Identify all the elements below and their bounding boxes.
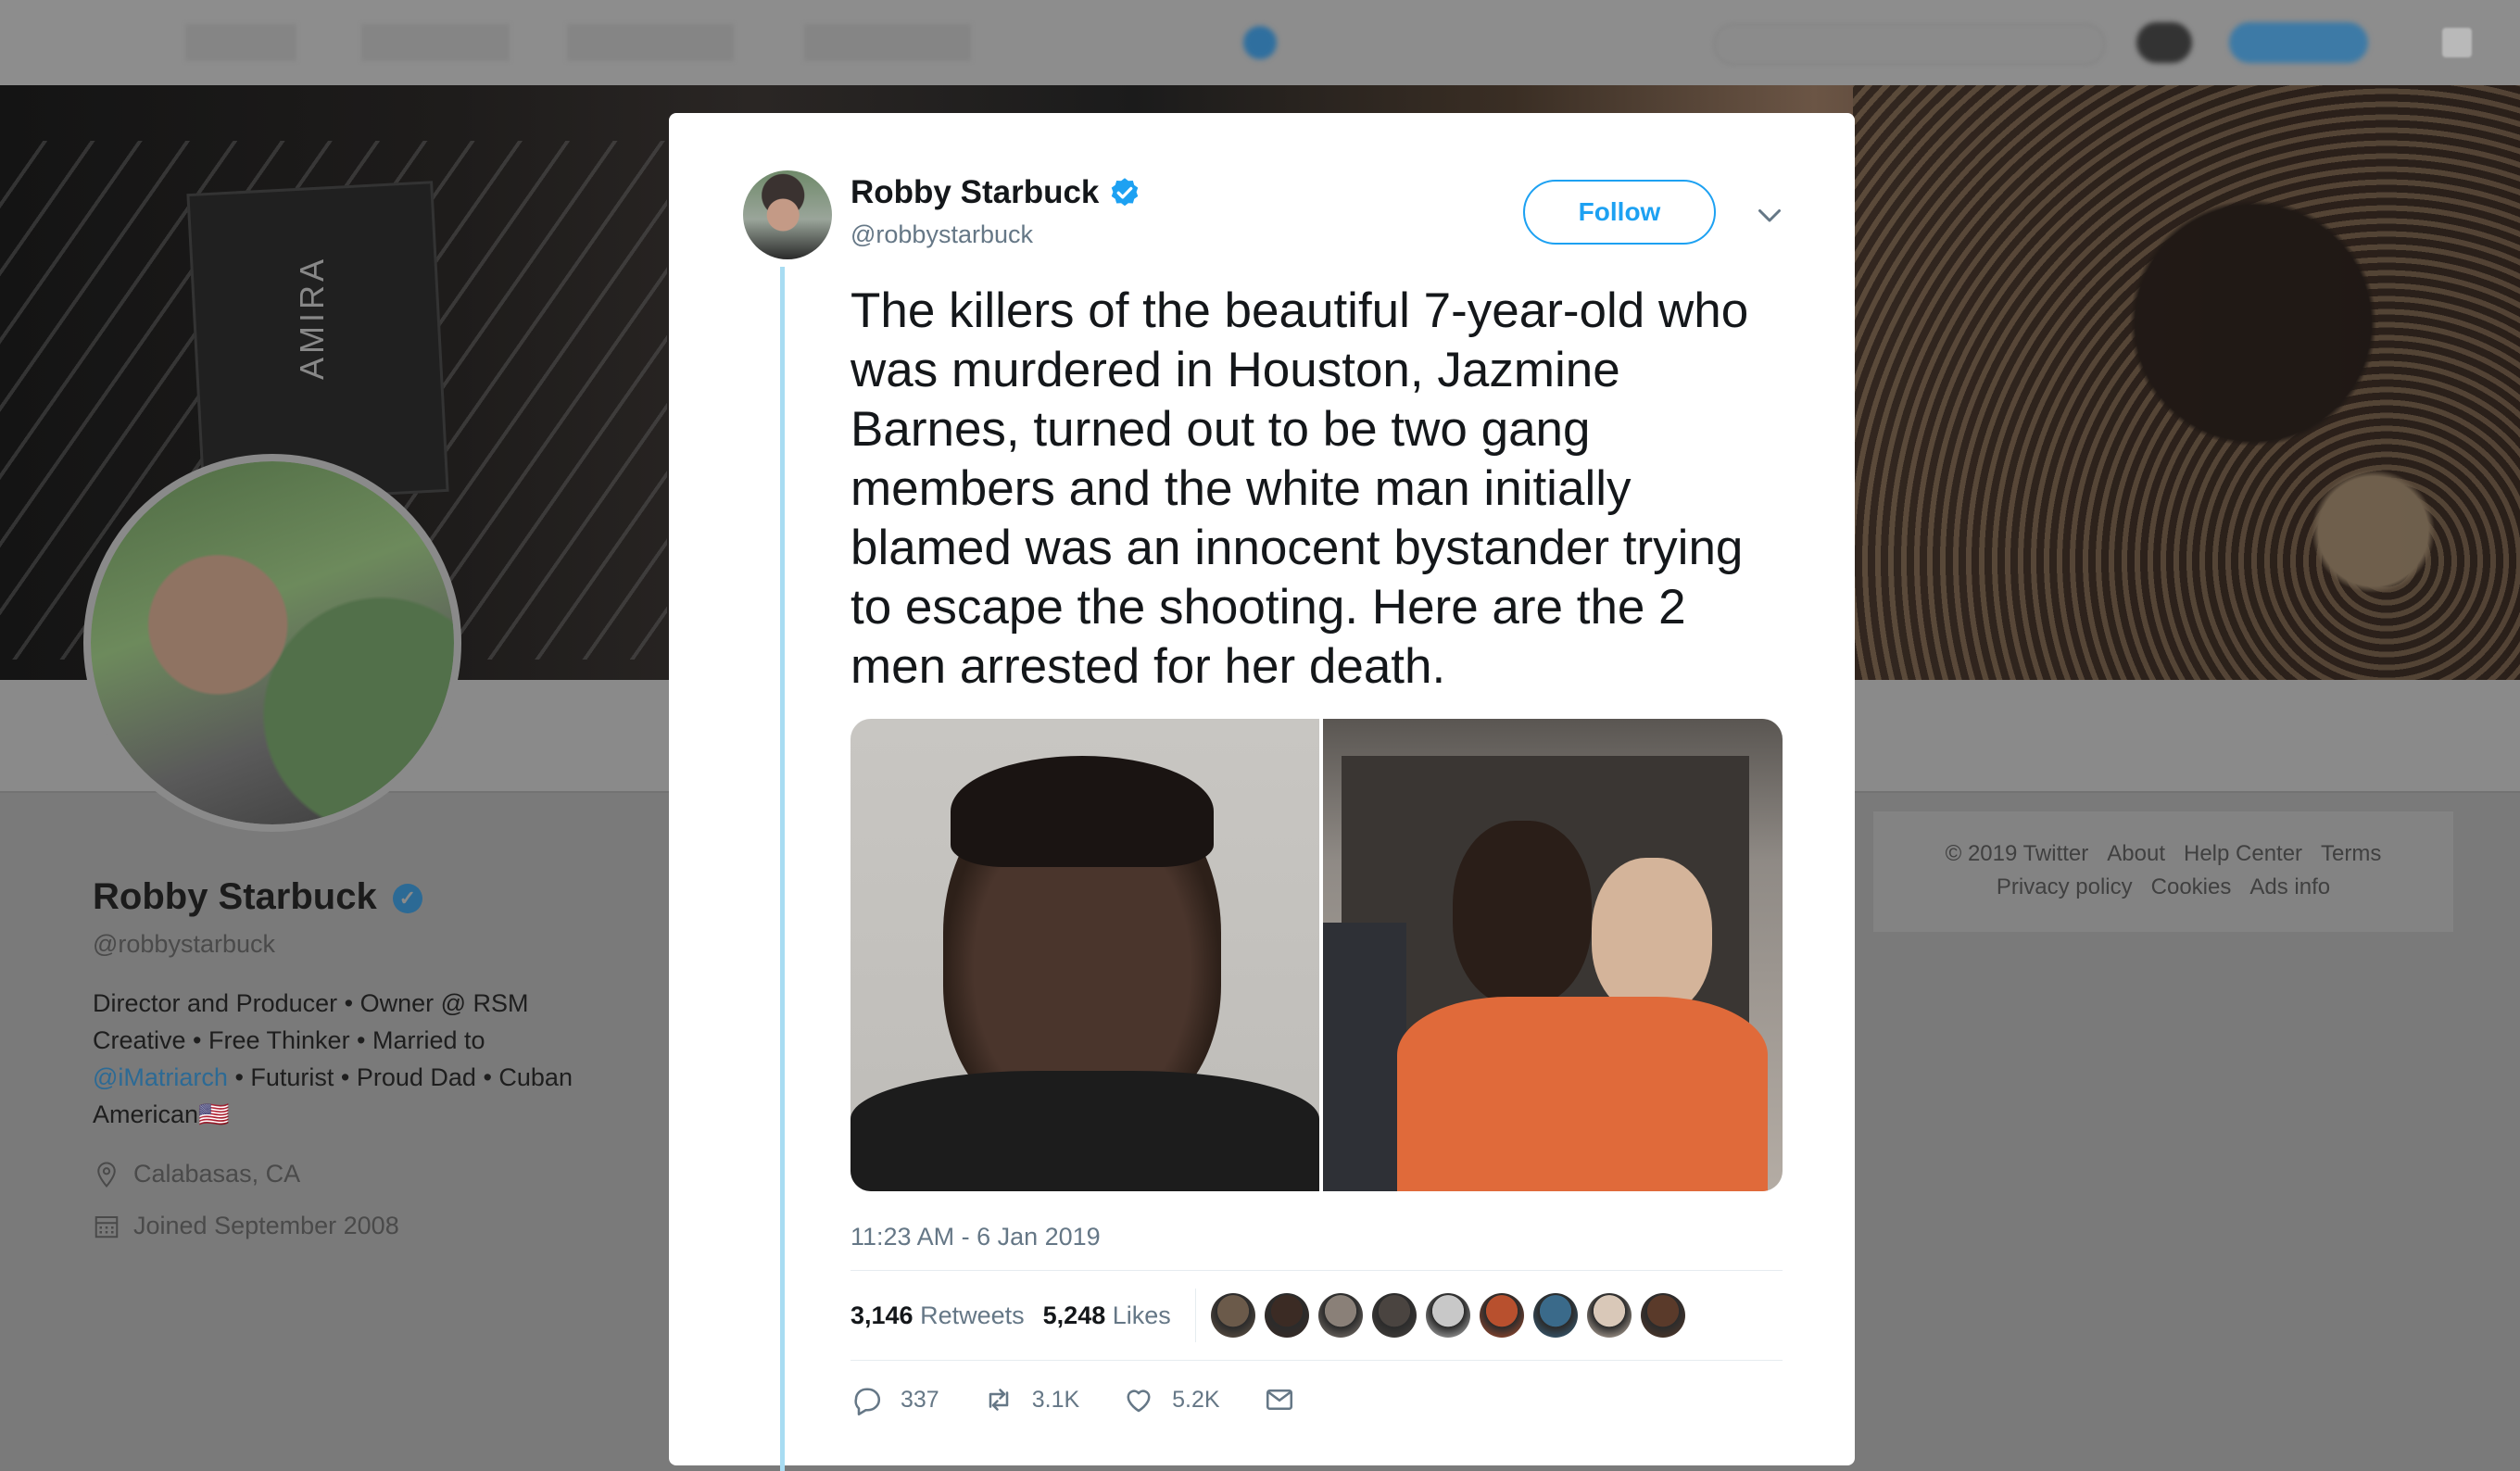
follow-button[interactable]: Follow bbox=[1523, 180, 1716, 245]
likes-count: 5,248 bbox=[1042, 1301, 1106, 1329]
footer-cookies-link[interactable]: Cookies bbox=[2151, 874, 2232, 899]
tweet-modal: Robby Starbuck @robbystarbuck Follow The… bbox=[669, 113, 1855, 1471]
retweet-count: 3.1K bbox=[1031, 1386, 1080, 1413]
bio-line-2: Creative • Free Thinker • Married to bbox=[93, 1026, 485, 1054]
tweet-text: The killers of the beautiful 7-year-old … bbox=[850, 283, 1749, 694]
tweet-author-handle[interactable]: @robbystarbuck bbox=[850, 220, 1033, 249]
tweet-media[interactable] bbox=[850, 719, 1783, 1191]
tweet-timestamp[interactable]: 11:23 AM - 6 Jan 2019 bbox=[850, 1223, 1101, 1251]
twitter-logo-icon[interactable] bbox=[1243, 26, 1277, 59]
reply-icon bbox=[854, 1388, 881, 1416]
account-avatar[interactable] bbox=[2136, 22, 2192, 63]
bio-line-4: American🇺🇸 bbox=[93, 1100, 230, 1128]
banner-camera-label: AMIRA bbox=[293, 255, 332, 381]
verified-badge-icon: ✓ bbox=[392, 884, 422, 914]
tweet-actions: 337 3.1K 5.2K bbox=[850, 1377, 1355, 1423]
footer-row-1: © 2019 Twitter About Help Center Terms bbox=[1873, 841, 2453, 867]
liker-avatars bbox=[1210, 1293, 1695, 1338]
liker-avatar[interactable] bbox=[1586, 1293, 1632, 1338]
retweets-label: Retweets bbox=[920, 1301, 1025, 1329]
liker-avatar[interactable] bbox=[1425, 1293, 1470, 1338]
footer-privacy-link[interactable]: Privacy policy bbox=[1997, 874, 2133, 899]
direct-message-action[interactable] bbox=[1263, 1383, 1313, 1416]
photo-2-subject bbox=[1453, 821, 1592, 1006]
retweet-action[interactable]: 3.1K bbox=[982, 1383, 1079, 1416]
envelope-icon bbox=[1266, 1389, 1292, 1411]
nav-home[interactable] bbox=[185, 24, 296, 61]
top-navigation-bar bbox=[0, 0, 2520, 87]
retweet-icon bbox=[989, 1389, 1008, 1411]
profile-name-text: Robby Starbuck bbox=[93, 876, 377, 917]
banner-right-photo bbox=[1853, 85, 2520, 680]
chevron-down-icon[interactable] bbox=[1753, 198, 1786, 232]
tweet-author-name-text[interactable]: Robby Starbuck bbox=[850, 174, 1099, 211]
bio-line-3-text: • Futurist • Proud Dad • Cuban bbox=[227, 1063, 573, 1091]
bio-line-3: @iMatriarch • Futurist • Proud Dad • Cub… bbox=[93, 1059, 611, 1096]
tweet-compose-button[interactable] bbox=[2229, 22, 2368, 63]
profile-avatar-image bbox=[91, 461, 454, 824]
footer-about-link[interactable]: About bbox=[2107, 841, 2165, 866]
like-count: 5.2K bbox=[1172, 1386, 1220, 1413]
tweet-photo-1[interactable] bbox=[850, 719, 1319, 1191]
location-pin-icon bbox=[97, 1161, 116, 1188]
heart-icon bbox=[1127, 1389, 1151, 1413]
tweet-author-name[interactable]: Robby Starbuck bbox=[850, 174, 1141, 211]
nav-notifications[interactable] bbox=[567, 24, 734, 61]
profile-joined: Joined September 2008 bbox=[93, 1212, 399, 1240]
thread-line bbox=[780, 267, 785, 1471]
profile-handle: @robbystarbuck bbox=[93, 930, 275, 958]
verified-badge-icon bbox=[1112, 178, 1139, 207]
retweets-stat[interactable]: 3,146 Retweets bbox=[850, 1301, 1025, 1330]
reply-action[interactable]: 337 bbox=[850, 1383, 939, 1416]
profile-avatar[interactable] bbox=[83, 454, 461, 832]
tweet-photo-2[interactable] bbox=[1323, 719, 1783, 1191]
profile-location: Calabasas, CA bbox=[93, 1160, 300, 1188]
liker-avatar[interactable] bbox=[1640, 1293, 1685, 1338]
likes-stat[interactable]: 5,248 Likes bbox=[1043, 1301, 1171, 1330]
profile-name: Robby Starbuck ✓ bbox=[93, 876, 422, 918]
liker-avatar[interactable] bbox=[1317, 1293, 1363, 1338]
liker-avatar[interactable] bbox=[1210, 1293, 1255, 1338]
likes-label: Likes bbox=[1112, 1301, 1171, 1329]
profile-joined-text: Joined September 2008 bbox=[133, 1212, 399, 1239]
footer-ads-link[interactable]: Ads info bbox=[2249, 874, 2330, 899]
calendar-icon bbox=[94, 1215, 119, 1238]
like-action[interactable]: 5.2K bbox=[1122, 1383, 1220, 1416]
photo-1-hoodie bbox=[850, 1071, 1319, 1191]
profile-location-text: Calabasas, CA bbox=[133, 1160, 301, 1188]
reply-count: 337 bbox=[901, 1386, 939, 1413]
bio-mention-link[interactable]: @iMatriarch bbox=[93, 1063, 228, 1091]
nav-moments[interactable] bbox=[361, 24, 510, 61]
photo-2-officer-right bbox=[1592, 858, 1712, 1015]
footer-row-2: Privacy policy Cookies Ads info bbox=[1873, 874, 2453, 900]
footer-help-link[interactable]: Help Center bbox=[2184, 841, 2302, 866]
liker-avatar[interactable] bbox=[1532, 1293, 1578, 1338]
photo-2-orange-jumpsuit bbox=[1397, 997, 1768, 1191]
footer-terms-link[interactable]: Terms bbox=[2321, 841, 2381, 866]
photo-2-officer-left bbox=[1323, 923, 1406, 1191]
liker-avatar[interactable] bbox=[1371, 1293, 1417, 1338]
photo-1-hair bbox=[951, 756, 1214, 867]
footer-copyright: © 2019 Twitter bbox=[1945, 841, 2089, 866]
tweet-author-avatar[interactable] bbox=[743, 170, 832, 259]
tweet-stats: 3,146 Retweets 5,248 Likes bbox=[850, 1270, 1783, 1361]
close-icon[interactable] bbox=[2442, 28, 2472, 57]
liker-avatar[interactable] bbox=[1264, 1293, 1309, 1338]
bio-line-1: Director and Producer • Owner @ RSM bbox=[93, 989, 529, 1017]
search-input[interactable] bbox=[1714, 24, 2105, 65]
nav-messages[interactable] bbox=[804, 24, 971, 61]
liker-avatar[interactable] bbox=[1479, 1293, 1524, 1338]
footer-panel bbox=[1873, 811, 2453, 932]
retweets-count: 3,146 bbox=[850, 1301, 914, 1329]
profile-bio: Director and Producer • Owner @ RSM Crea… bbox=[93, 985, 611, 1133]
stats-divider bbox=[1194, 1289, 1196, 1342]
